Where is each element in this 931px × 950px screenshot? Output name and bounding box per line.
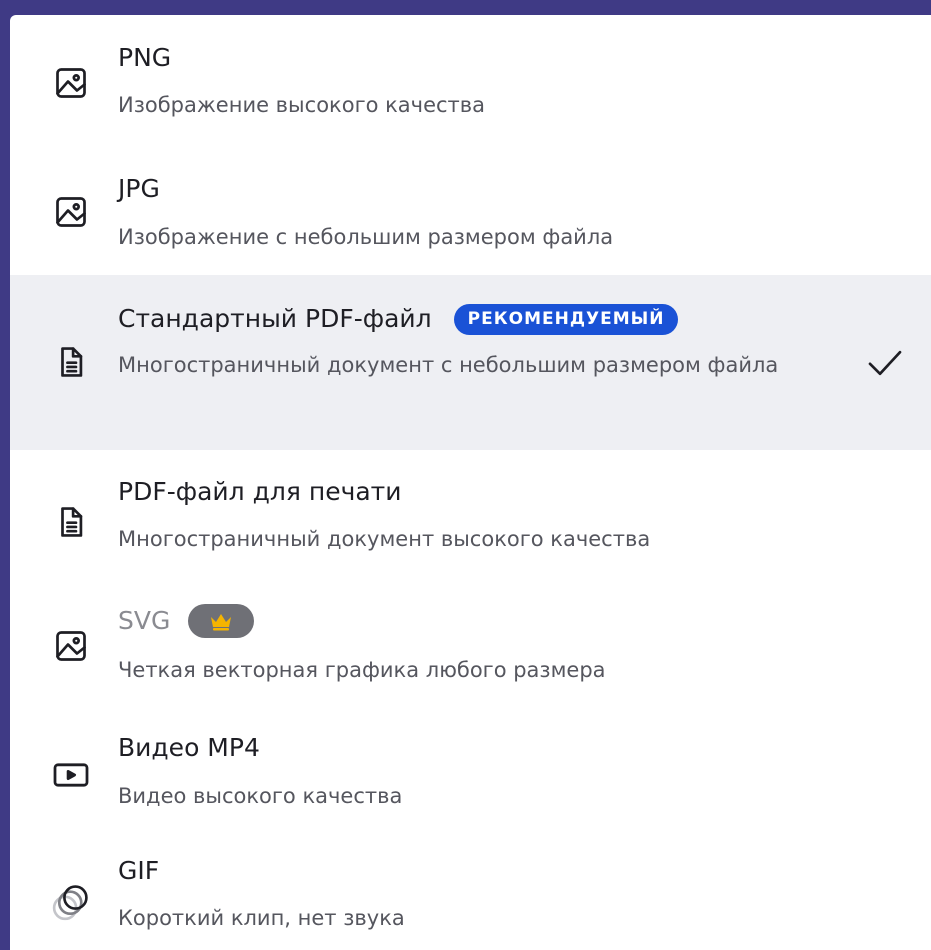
image-icon <box>48 189 94 235</box>
export-format-menu: PNG Изображение высокого качества JPG Из… <box>10 15 931 950</box>
option-standard-pdf[interactable]: Стандартный PDF-файл РЕКОМЕНДУЕМЫЙ Много… <box>10 275 931 450</box>
option-gif[interactable]: GIF Короткий клип, нет звука <box>10 832 931 950</box>
option-title: PNG <box>118 43 172 72</box>
option-description: Многостраничный документ с небольшим раз… <box>118 353 779 377</box>
option-description: Видео высокого качества <box>118 784 403 808</box>
option-description: Многостраничный документ высокого качест… <box>118 527 651 551</box>
option-mp4[interactable]: Видео MP4 Видео высокого качества <box>10 707 931 832</box>
option-title: Видео MP4 <box>118 733 260 762</box>
option-jpg[interactable]: JPG Изображение с небольшим размером фай… <box>10 145 931 275</box>
video-play-icon <box>48 752 94 798</box>
option-title: JPG <box>118 174 160 203</box>
recommended-badge: РЕКОМЕНДУЕМЫЙ <box>453 303 679 335</box>
option-description: Изображение высокого качества <box>118 93 486 117</box>
option-png[interactable]: PNG Изображение высокого качества <box>10 15 931 143</box>
option-title: GIF <box>118 856 160 885</box>
image-icon <box>48 623 94 669</box>
document-icon <box>48 339 94 385</box>
option-description: Изображение с небольшим размером файла <box>118 225 614 249</box>
image-icon <box>48 60 94 106</box>
crown-icon <box>211 614 232 631</box>
option-svg[interactable]: SVG Четкая векторная графика любого разм… <box>10 577 931 707</box>
option-print-pdf[interactable]: PDF-файл для печати Многостраничный доку… <box>10 452 931 577</box>
premium-badge <box>188 604 255 638</box>
option-title-row: Стандартный PDF-файл РЕКОМЕНДУЕМЫЙ <box>118 302 679 336</box>
option-title: SVG <box>118 606 171 635</box>
option-title: PDF-файл для печати <box>118 477 402 506</box>
gif-circles-icon <box>48 879 94 925</box>
option-description: Короткий клип, нет звука <box>118 906 405 930</box>
checkmark-icon <box>868 350 902 376</box>
option-title-row: SVG <box>118 604 255 638</box>
document-icon <box>48 499 94 545</box>
option-title: Стандартный PDF-файл <box>118 304 432 333</box>
option-description: Четкая векторная графика любого размера <box>118 658 606 682</box>
